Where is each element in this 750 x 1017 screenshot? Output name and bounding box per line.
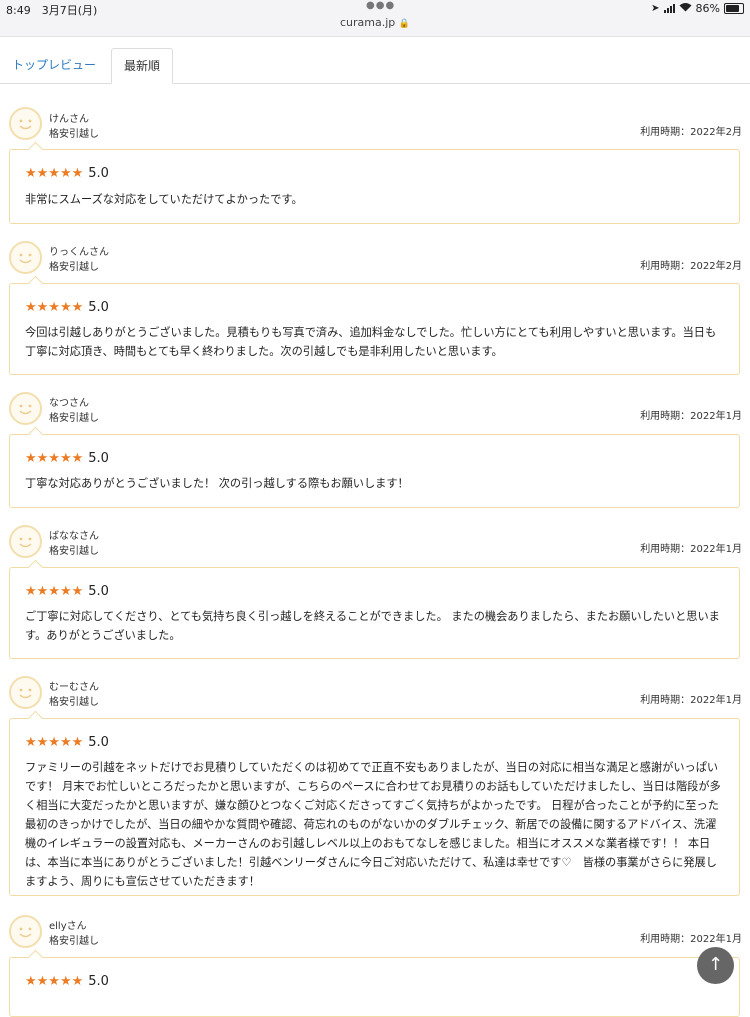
review-text: 丁寧な対応ありがとうございました！ 次の引っ越しする際もお願いします！ xyxy=(25,477,409,490)
review-text: 今回は引越しありがとうございました。見積もりも写真で済み、追加料金なしでした。忙… xyxy=(25,326,717,358)
address-bar[interactable]: curama.jp 🔒 xyxy=(0,16,750,29)
usage-date: 利用時期：2022年2月 xyxy=(640,127,742,138)
star-rating-icon: ★★★★★ xyxy=(25,974,84,989)
review-text: 非常にスムーズな対応をしていただけてよかったです。 xyxy=(25,193,303,206)
card-notch xyxy=(27,949,44,966)
signal-icon xyxy=(663,4,675,13)
wifi-icon xyxy=(679,2,692,15)
usage-date: 利用時期：2022年1月 xyxy=(640,934,742,945)
usage-date: 利用時期：2022年1月 xyxy=(640,544,742,555)
review-card: ★★★★★ 5.0 ご丁寧に対応してくださり、とても気持ち良く引っ越しを終えるこ… xyxy=(9,559,740,659)
smiley-avatar-icon xyxy=(9,525,42,558)
usage-date: 利用時期：2022年1月 xyxy=(640,695,742,706)
reviewer-name: ellyさん xyxy=(49,921,87,932)
tab-top-review[interactable]: トップレビュー xyxy=(12,48,96,82)
battery-icon xyxy=(724,3,744,14)
location-icon: ➤ xyxy=(651,3,660,14)
service-category: 格安引越し xyxy=(49,936,99,947)
review-tabs: トップレビュー 最新順 xyxy=(0,36,750,84)
battery-percent: 86% xyxy=(695,2,720,15)
rating: ★★★★★ 5.0 xyxy=(25,974,109,989)
review-card: ★★★★★ 5.0 今回は引越しありがとうございました。見積もりも写真で済み、追… xyxy=(9,275,740,375)
star-rating-icon: ★★★★★ xyxy=(25,735,84,750)
arrow-up-icon: ↑ xyxy=(707,954,724,975)
rating-score: 5.0 xyxy=(88,166,109,181)
review-card: ★★★★★ 5.0 ファミリーの引越をネットだけでお見積りしていただくのは初めて… xyxy=(9,710,740,896)
service-category: 格安引越し xyxy=(49,129,99,140)
smiley-avatar-icon xyxy=(9,107,42,140)
rating: ★★★★★ 5.0 xyxy=(25,735,109,750)
review-card: ★★★★★ 5.0 非常にスムーズな対応をしていただけてよかったです。 xyxy=(9,141,740,224)
usage-date: 利用時期：2022年2月 xyxy=(640,261,742,272)
back-to-top-button[interactable]: ↑ xyxy=(697,947,734,984)
service-category: 格安引越し xyxy=(49,262,99,273)
rating-score: 5.0 xyxy=(88,974,109,989)
review-text: ご丁寧に対応してくださり、とても気持ち良く引っ越しを終えることができました。 ま… xyxy=(25,610,720,642)
service-category: 格安引越し xyxy=(49,546,99,557)
reviewer-name: ばななさん xyxy=(49,531,99,542)
reviewer-name: なつさん xyxy=(49,398,89,409)
tab-newest[interactable]: 最新順 xyxy=(111,48,173,84)
rating-score: 5.0 xyxy=(88,451,109,466)
rating: ★★★★★ 5.0 xyxy=(25,584,109,599)
card-notch xyxy=(27,275,44,292)
smiley-avatar-icon xyxy=(9,676,42,709)
review-text: ファミリーの引越をネットだけでお見積りしていただくのは初めてで正直不安もありまし… xyxy=(25,761,721,888)
rating: ★★★★★ 5.0 xyxy=(25,166,109,181)
service-category: 格安引越し xyxy=(49,413,99,424)
status-indicators: ➤ 86% xyxy=(651,2,744,15)
card-notch xyxy=(27,710,44,727)
smiley-avatar-icon xyxy=(9,915,42,948)
rating: ★★★★★ 5.0 xyxy=(25,300,109,315)
review-card: ★★★★★ 5.0 xyxy=(9,949,740,1017)
rating-score: 5.0 xyxy=(88,584,109,599)
lock-icon: 🔒 xyxy=(398,19,410,29)
review-card: ★★★★★ 5.0 丁寧な対応ありがとうございました！ 次の引っ越しする際もお願… xyxy=(9,426,740,508)
star-rating-icon: ★★★★★ xyxy=(25,300,84,315)
card-notch xyxy=(27,559,44,576)
reviewer-name: りっくんさん xyxy=(49,247,109,258)
rating-score: 5.0 xyxy=(88,300,109,315)
status-bar: 8:49 3月7日(月) ●●● curama.jp 🔒 ➤ 86% xyxy=(0,0,750,37)
usage-date: 利用時期：2022年1月 xyxy=(640,411,742,422)
reviewer-name: むーむさん xyxy=(49,682,99,693)
star-rating-icon: ★★★★★ xyxy=(25,584,84,599)
url-text: curama.jp xyxy=(340,16,396,29)
smiley-avatar-icon xyxy=(9,392,42,425)
card-notch xyxy=(27,141,44,158)
smiley-avatar-icon xyxy=(9,241,42,274)
more-dots-icon[interactable]: ●●● xyxy=(366,0,395,11)
service-category: 格安引越し xyxy=(49,697,99,708)
card-notch xyxy=(27,426,44,443)
rating-score: 5.0 xyxy=(88,735,109,750)
star-rating-icon: ★★★★★ xyxy=(25,451,84,466)
star-rating-icon: ★★★★★ xyxy=(25,166,84,181)
rating: ★★★★★ 5.0 xyxy=(25,451,109,466)
reviewer-name: けんさん xyxy=(49,114,89,125)
